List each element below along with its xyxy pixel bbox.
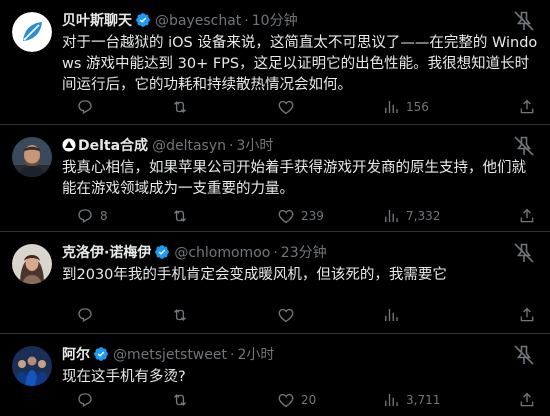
views-button[interactable]: 7,332 bbox=[382, 206, 440, 226]
share-icon bbox=[518, 98, 536, 116]
views-icon bbox=[382, 391, 400, 409]
retweet-button[interactable] bbox=[171, 97, 195, 117]
user-photo bbox=[12, 137, 52, 177]
like-count: 239 bbox=[301, 209, 324, 223]
tweet-text: 现在这手机有多烫? bbox=[62, 369, 186, 385]
separator: · bbox=[244, 13, 249, 29]
reply-icon bbox=[76, 207, 94, 225]
separator: · bbox=[273, 245, 278, 261]
timestamp[interactable]: 3小时 bbox=[236, 138, 273, 154]
share-icon bbox=[518, 391, 536, 409]
timestamp[interactable]: 23分钟 bbox=[281, 245, 327, 261]
views-icon bbox=[382, 306, 400, 324]
reply-button[interactable] bbox=[76, 305, 100, 325]
action-bar: 156 bbox=[62, 97, 538, 117]
views-icon bbox=[382, 98, 400, 116]
retweet-button[interactable] bbox=[171, 390, 195, 410]
reply-button[interactable] bbox=[76, 390, 100, 410]
handle[interactable]: @bayeschat bbox=[155, 13, 241, 29]
retweet-icon bbox=[171, 306, 189, 324]
more-icon[interactable] bbox=[512, 134, 536, 158]
reply-icon bbox=[76, 391, 94, 409]
tweet[interactable]: 阿尔 @metsjetstweet · 2小时 现在这手机有多烫? 20 3,711 bbox=[0, 334, 550, 416]
share-button[interactable] bbox=[518, 206, 536, 226]
tweet-header: Delta合成 @deltasyn · 3小时 bbox=[62, 136, 510, 156]
views-button[interactable]: 156 bbox=[382, 97, 429, 117]
view-count: 3,711 bbox=[406, 393, 441, 407]
reply-button[interactable] bbox=[76, 97, 100, 117]
share-button[interactable] bbox=[518, 305, 536, 325]
leaf-logo-icon bbox=[12, 12, 52, 52]
display-name[interactable]: 克洛伊·诺梅伊 bbox=[62, 245, 151, 261]
handle[interactable]: @metsjetstweet bbox=[113, 347, 227, 363]
user-photo bbox=[12, 244, 52, 284]
tweet-header: 克洛伊·诺梅伊 @chlomomoo · 23分钟 bbox=[62, 243, 510, 263]
views-button[interactable]: 3,711 bbox=[382, 390, 440, 410]
user-photo bbox=[12, 346, 52, 386]
share-icon bbox=[518, 306, 536, 324]
avatar[interactable] bbox=[12, 12, 52, 52]
timestamp[interactable]: 10分钟 bbox=[252, 13, 298, 29]
share-button[interactable] bbox=[518, 97, 536, 117]
more-icon[interactable] bbox=[512, 241, 536, 265]
retweet-button[interactable] bbox=[171, 305, 195, 325]
more-icon[interactable] bbox=[512, 343, 536, 367]
display-name[interactable]: Delta合成 bbox=[78, 138, 148, 154]
tweet-text: 到2030年我的手机肯定会变成暖风机，但该死的，我需要它 bbox=[62, 267, 447, 283]
retweet-icon bbox=[171, 207, 189, 225]
like-button[interactable] bbox=[277, 97, 301, 117]
display-name[interactable]: 阿尔 bbox=[62, 347, 90, 363]
tweet-text: 我真心相信，如果苹果公司开始着手获得游戏开发商的原生支持，他们就能在游戏领域成为… bbox=[62, 160, 526, 197]
verified-badge-icon bbox=[93, 346, 109, 362]
share-button[interactable] bbox=[518, 390, 536, 410]
separator: · bbox=[229, 347, 235, 363]
action-bar: 20 3,711 bbox=[62, 390, 538, 410]
share-icon bbox=[518, 207, 536, 225]
views-button[interactable] bbox=[382, 305, 406, 325]
view-count: 7,332 bbox=[406, 209, 441, 223]
reply-button[interactable]: 8 bbox=[76, 206, 108, 226]
display-name[interactable]: 贝叶斯聊天 bbox=[62, 13, 132, 29]
avatar[interactable] bbox=[12, 244, 52, 284]
more-icon[interactable] bbox=[512, 9, 536, 33]
like-icon bbox=[277, 391, 295, 409]
separator: · bbox=[228, 138, 234, 154]
retweet-icon bbox=[171, 98, 189, 116]
like-icon bbox=[277, 207, 295, 225]
tweet[interactable]: 克洛伊·诺梅伊 @chlomomoo · 23分钟 到2030年我的手机肯定会变成暖风… bbox=[0, 232, 550, 334]
action-bar bbox=[62, 305, 538, 325]
handle[interactable]: @deltasyn bbox=[152, 138, 226, 154]
tweet[interactable]: Delta合成 @deltasyn · 3小时 我真心相信，如果苹果公司开始着手获得游… bbox=[0, 125, 550, 232]
avatar[interactable] bbox=[12, 137, 52, 177]
reply-icon bbox=[76, 98, 94, 116]
views-icon bbox=[382, 207, 400, 225]
reply-icon bbox=[76, 306, 94, 324]
tweet-header: 贝叶斯聊天 @bayeschat · 10分钟 bbox=[62, 11, 510, 31]
avatar[interactable] bbox=[12, 346, 52, 386]
like-count: 20 bbox=[301, 393, 317, 407]
timestamp[interactable]: 2小时 bbox=[237, 347, 274, 363]
tweet-text: 对于一台越狱的 iOS 设备来说，这简直太不可思议了——在完整的 Windows… bbox=[62, 35, 538, 93]
like-icon bbox=[277, 306, 295, 324]
delta-logo-icon bbox=[62, 138, 76, 152]
tweet-header: 阿尔 @metsjetstweet · 2小时 bbox=[62, 345, 510, 365]
retweet-button[interactable] bbox=[171, 206, 195, 226]
like-button[interactable]: 239 bbox=[277, 206, 324, 226]
verified-badge-icon bbox=[135, 12, 151, 28]
verified-badge-icon bbox=[154, 244, 170, 260]
view-count: 156 bbox=[406, 100, 429, 114]
tweet[interactable]: 贝叶斯聊天 @bayeschat · 10分钟 对于一台越狱的 iOS 设备来说，这简… bbox=[0, 0, 550, 125]
like-button[interactable] bbox=[277, 305, 301, 325]
handle[interactable]: @chlomomoo bbox=[174, 245, 270, 261]
like-icon bbox=[277, 98, 295, 116]
retweet-icon bbox=[171, 391, 189, 409]
reply-count: 8 bbox=[100, 209, 108, 223]
like-button[interactable]: 20 bbox=[277, 390, 316, 410]
action-bar: 8 239 7,332 bbox=[62, 206, 538, 226]
